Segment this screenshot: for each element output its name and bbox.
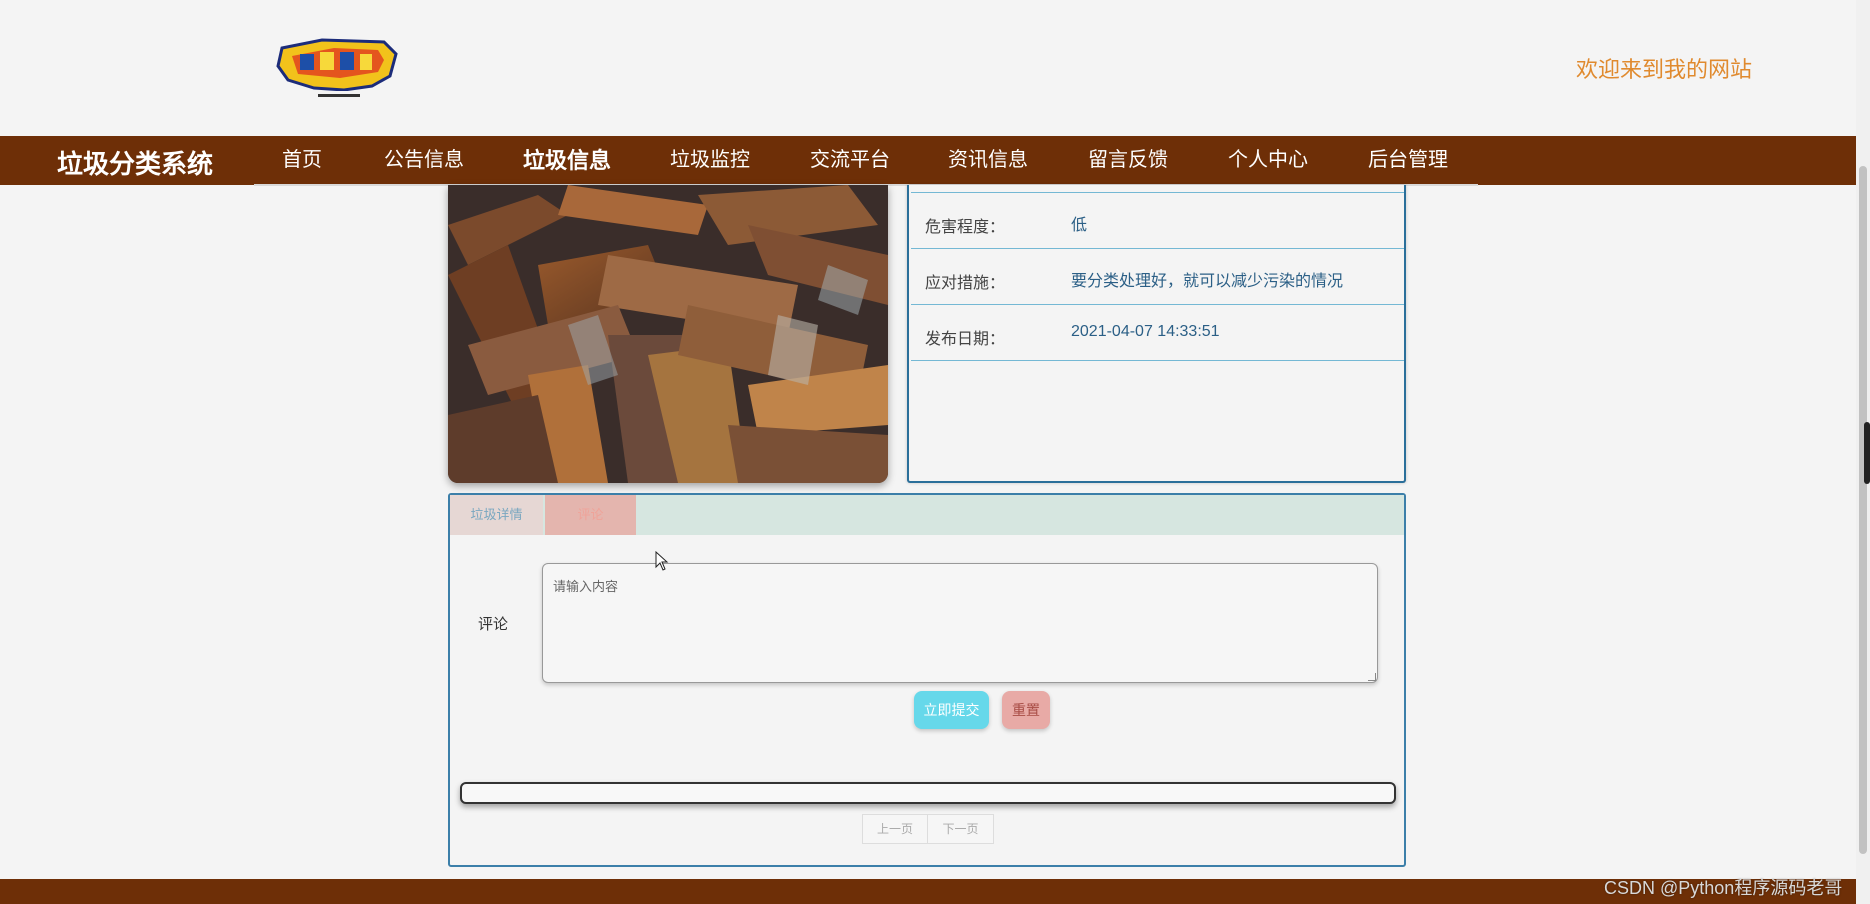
next-page-button[interactable]: 下一页 bbox=[928, 814, 994, 844]
nav-item-garbage-monitor[interactable]: 垃圾监控 bbox=[652, 136, 768, 185]
site-footer bbox=[0, 879, 1856, 904]
site-brand[interactable]: 垃圾分类系统 bbox=[57, 144, 213, 181]
reset-button[interactable]: 重置 bbox=[1002, 691, 1050, 729]
hazard-value: 低 bbox=[1071, 217, 1088, 234]
publish-date-label: 发布日期： bbox=[925, 331, 1006, 348]
info-row-measures: 应对措施： 要分类处理好，就可以减少污染的情况 bbox=[911, 249, 1404, 305]
garbage-photo bbox=[448, 185, 888, 483]
nav-item-home[interactable]: 首页 bbox=[254, 136, 350, 185]
page-scrollbar[interactable] bbox=[1856, 0, 1870, 904]
site-header: 欢迎来到我的网站 bbox=[0, 0, 1856, 136]
garbage-info-panel: 危害程度： 低 应对措施： 要分类处理好，就可以减少污染的情况 发布日期： 20… bbox=[907, 185, 1406, 483]
welcome-text: 欢迎来到我的网站 bbox=[1576, 57, 1753, 82]
tab-strip: 垃圾详情 评论 bbox=[450, 495, 1404, 535]
mouse-cursor-icon bbox=[655, 551, 669, 571]
scrap-metal-image bbox=[448, 185, 888, 483]
nav-item-announcements[interactable]: 公告信息 bbox=[366, 136, 482, 185]
comment-input[interactable] bbox=[542, 563, 1378, 683]
publish-date-value: 2021-04-07 14:33:51 bbox=[1071, 323, 1220, 340]
tab-comments[interactable]: 评论 bbox=[545, 495, 636, 535]
nav-item-garbage-info[interactable]: 垃圾信息 bbox=[506, 136, 628, 185]
comment-label: 评论 bbox=[478, 616, 509, 633]
measures-value: 要分类处理好，就可以减少污染的情况 bbox=[1071, 273, 1344, 290]
scrollbar-thumb[interactable] bbox=[1859, 166, 1867, 854]
scroll-indicator bbox=[1864, 422, 1870, 484]
info-row-publish-date: 发布日期： 2021-04-07 14:33:51 bbox=[911, 305, 1404, 361]
site-logo-icon[interactable] bbox=[274, 36, 404, 104]
measures-label: 应对措施： bbox=[925, 275, 1006, 292]
textarea-resize-handle[interactable] bbox=[1368, 673, 1376, 681]
info-row-top bbox=[911, 137, 1404, 193]
hazard-label: 危害程度： bbox=[925, 219, 1006, 236]
info-row-hazard: 危害程度： 低 bbox=[911, 193, 1404, 249]
nav-item-exchange[interactable]: 交流平台 bbox=[792, 136, 908, 185]
comment-list bbox=[460, 782, 1396, 804]
csdn-watermark: CSDN @Python程序源码老哥 bbox=[1604, 878, 1843, 898]
prev-page-button[interactable]: 上一页 bbox=[862, 814, 928, 844]
pagination: 上一页 下一页 bbox=[862, 814, 994, 844]
submit-comment-button[interactable]: 立即提交 bbox=[914, 691, 989, 729]
detail-tabs-panel: 垃圾详情 评论 评论 立即提交 重置 上一页 下一页 bbox=[448, 493, 1406, 867]
tab-garbage-details[interactable]: 垃圾详情 bbox=[450, 495, 543, 535]
